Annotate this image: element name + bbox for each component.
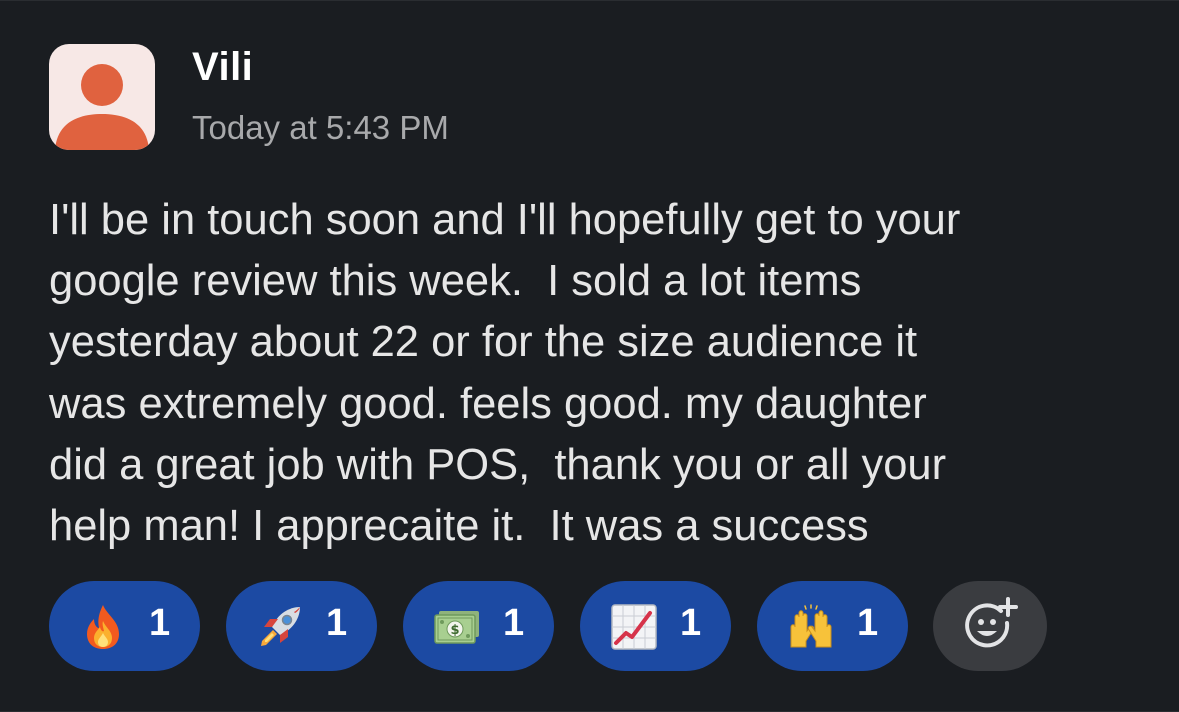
- chart-increasing-icon: [611, 604, 657, 650]
- reaction-count: 1: [149, 602, 171, 644]
- svg-text:$: $: [450, 623, 459, 638]
- reaction-dollar[interactable]: $ 1: [403, 581, 554, 671]
- message-line: I'll be in touch soon and I'll hopefully…: [49, 196, 961, 244]
- reaction-count: 1: [857, 602, 879, 644]
- sender-name[interactable]: Vili: [192, 45, 253, 90]
- add-emoji-icon: [965, 597, 1018, 648]
- reaction-raising-hands[interactable]: 1: [757, 581, 908, 671]
- reaction-rocket[interactable]: 1: [226, 581, 377, 671]
- raising-hands-icon: [790, 604, 832, 648]
- message-line: did a great job with POS, thank you or a…: [49, 440, 947, 489]
- message-line: google review this week. I sold a lot it…: [49, 257, 862, 306]
- message-line: help man! I apprecaite it. It was a succ…: [49, 502, 869, 551]
- reaction-count: 1: [503, 602, 525, 644]
- fire-icon: [87, 605, 119, 649]
- reaction-count: 1: [680, 602, 702, 644]
- message-container: Vili Today at 5:43 PM I'll be in touch s…: [0, 0, 1179, 712]
- message-line: yesterday about 22 or for the size audie…: [49, 318, 918, 367]
- user-silhouette-icon: [55, 64, 149, 150]
- avatar[interactable]: [49, 44, 155, 150]
- dollar-banknote-icon: $: [434, 611, 479, 644]
- reaction-chart[interactable]: 1: [580, 581, 731, 671]
- reaction-count: 1: [326, 602, 348, 644]
- add-reaction-button[interactable]: [933, 581, 1047, 671]
- message-timestamp[interactable]: Today at 5:43 PM: [192, 109, 449, 147]
- message-line: was extremely good. feels good. my daugh…: [49, 379, 927, 428]
- rocket-icon: [261, 607, 300, 646]
- message-body: I'll be in touch soon and I'll hopefully…: [49, 190, 1149, 557]
- reaction-fire[interactable]: 1: [49, 581, 200, 671]
